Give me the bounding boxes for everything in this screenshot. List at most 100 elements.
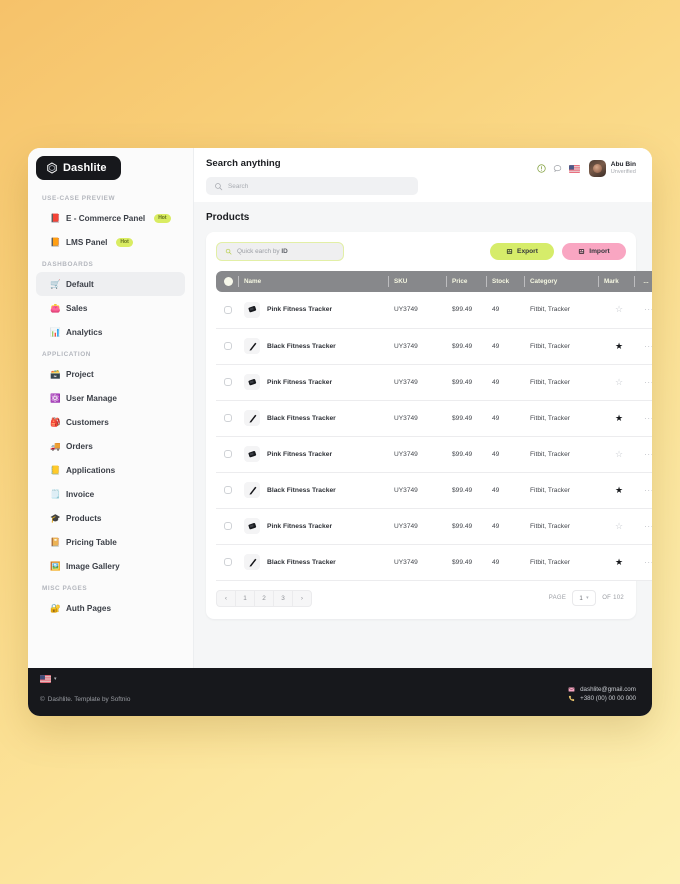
row-mark-cell[interactable]: ☆ [598, 436, 634, 473]
row-checkbox[interactable] [224, 378, 232, 386]
row-select-cell[interactable] [216, 292, 238, 329]
sidebar-item-products[interactable]: 🎓 Products [36, 506, 185, 530]
sidebar-item-lms-panel[interactable]: 📙 LMS Panel Hot [36, 230, 185, 254]
table-row[interactable]: Black Fitness Tracker UY3749 $99.49 49 Fitbi… [216, 472, 652, 509]
star-outline-icon[interactable]: ☆ [615, 377, 623, 387]
row-actions-cell[interactable]: ··· [634, 328, 652, 365]
sidebar-item-default[interactable]: 🛒 Default [36, 272, 185, 296]
row-actions-cell[interactable]: ··· [634, 436, 652, 473]
table-row[interactable]: Black Fitness Tracker UY3749 $99.49 49 Fitbi… [216, 328, 652, 365]
more-options-icon[interactable]: ··· [644, 450, 652, 459]
more-options-icon[interactable]: ··· [644, 522, 652, 531]
row-mark-cell[interactable]: ☆ [598, 364, 634, 401]
column-stock[interactable]: Stock [486, 271, 524, 292]
row-select-cell[interactable] [216, 508, 238, 545]
more-options-icon[interactable]: ··· [644, 378, 652, 387]
sidebar-item-image-gallery[interactable]: 🖼️ Image Gallery [36, 554, 185, 578]
row-actions-cell[interactable]: ··· [634, 364, 652, 401]
sidebar-item-invoice[interactable]: 🗒️ Invoice [36, 482, 185, 506]
row-actions-cell[interactable]: ··· [634, 544, 652, 581]
row-actions-cell[interactable]: ··· [634, 508, 652, 545]
row-checkbox[interactable] [224, 486, 232, 494]
footer-email-row[interactable]: dashlite@gmail.com [568, 686, 636, 693]
sidebar-item-pricing-table[interactable]: 📔 Pricing Table [36, 530, 185, 554]
sidebar-item-applications[interactable]: 📒 Applications [36, 458, 185, 482]
table-row[interactable]: Pink Fitness Tracker UY3749 $99.49 49 Fitbit… [216, 292, 652, 329]
app-logo[interactable]: Dashlite [36, 156, 121, 180]
table-row[interactable]: Pink Fitness Tracker UY3749 $99.49 49 Fitbit… [216, 508, 652, 545]
quick-search-input[interactable]: Quick earch by ID [216, 242, 344, 261]
row-mark-cell[interactable]: ★ [598, 472, 634, 509]
search-input[interactable]: Search [206, 177, 418, 195]
more-options-icon[interactable]: ··· [644, 558, 652, 567]
column-category[interactable]: Category [524, 271, 598, 292]
chat-icon[interactable] [553, 164, 562, 173]
star-filled-icon[interactable]: ★ [615, 341, 623, 351]
row-mark-cell[interactable]: ★ [598, 400, 634, 437]
pagination-prev[interactable]: ‹ [216, 589, 236, 607]
table-row[interactable]: Pink Fitness Tracker UY3749 $99.49 49 Fitbit… [216, 364, 652, 401]
more-options-icon[interactable]: ··· [644, 486, 652, 495]
page-select[interactable]: 1 ▾ [572, 590, 597, 606]
more-options-icon[interactable]: ··· [644, 305, 652, 314]
star-filled-icon[interactable]: ★ [615, 557, 623, 567]
star-filled-icon[interactable]: ★ [615, 413, 623, 423]
row-select-cell[interactable] [216, 328, 238, 365]
row-select-cell[interactable] [216, 472, 238, 509]
column-name[interactable]: Name [238, 271, 388, 292]
pagination-page-2[interactable]: 2 [254, 589, 274, 607]
row-checkbox[interactable] [224, 305, 232, 314]
row-checkbox[interactable] [224, 558, 232, 566]
column-mark[interactable]: Mark [598, 271, 634, 292]
star-outline-icon[interactable]: ☆ [615, 449, 623, 459]
sidebar-item-analytics[interactable]: 📊 Analytics [36, 320, 185, 344]
sidebar-item-user-manage[interactable]: ⚛️ User Manage [36, 386, 185, 410]
import-button[interactable]: Import [562, 243, 626, 260]
star-outline-icon[interactable]: ☆ [615, 521, 623, 531]
column-price[interactable]: Price [446, 271, 486, 292]
row-actions-cell[interactable]: ··· [634, 472, 652, 509]
sidebar-item-sales[interactable]: 👛 Sales [36, 296, 185, 320]
row-actions-cell[interactable]: ··· [634, 400, 652, 437]
sidebar-item-customers[interactable]: 🎒 Customers [36, 410, 185, 434]
row-checkbox[interactable] [224, 342, 232, 350]
row-select-cell[interactable] [216, 400, 238, 437]
row-sku: UY3749 [388, 292, 446, 329]
select-all-checkbox[interactable] [224, 277, 233, 286]
sidebar-item-auth-pages[interactable]: 🔐 Auth Pages [36, 596, 185, 620]
row-mark-cell[interactable]: ☆ [598, 508, 634, 545]
column-sku[interactable]: SKU [388, 271, 446, 292]
row-checkbox[interactable] [224, 414, 232, 422]
sidebar-item-orders[interactable]: 🚚 Orders [36, 434, 185, 458]
row-mark-cell[interactable]: ★ [598, 328, 634, 365]
sidebar-item-e-commerce-panel[interactable]: 📕 E - Commerce Panel Hot [36, 206, 185, 230]
main-area: Search anything Search Abu Bin Unverifie… [194, 148, 652, 668]
more-options-icon[interactable]: ··· [644, 342, 652, 351]
user-menu[interactable]: Abu Bin Unverified [588, 160, 636, 177]
column-actions[interactable]: ... [634, 271, 652, 292]
select-all-header[interactable] [216, 271, 238, 292]
star-filled-icon[interactable]: ★ [615, 485, 623, 495]
pagination-page-3[interactable]: 3 [273, 589, 293, 607]
row-checkbox[interactable] [224, 450, 232, 458]
info-icon[interactable] [537, 164, 546, 173]
table-row[interactable]: Black Fitness Tracker UY3749 $99.49 49 Fitbi… [216, 544, 652, 581]
more-options-icon[interactable]: ··· [644, 414, 652, 423]
row-mark-cell[interactable]: ☆ [598, 292, 634, 329]
row-checkbox[interactable] [224, 522, 232, 530]
pagination-page-1[interactable]: 1 [235, 589, 255, 607]
star-outline-icon[interactable]: ☆ [615, 304, 623, 314]
row-mark-cell[interactable]: ★ [598, 544, 634, 581]
row-select-cell[interactable] [216, 364, 238, 401]
table-row[interactable]: Pink Fitness Tracker UY3749 $99.49 49 Fitbit… [216, 436, 652, 473]
table-row[interactable]: Black Fitness Tracker UY3749 $99.49 49 Fitbi… [216, 400, 652, 437]
footer-phone-row[interactable]: +380 (00) 00 00 000 [568, 695, 636, 702]
row-actions-cell[interactable]: ··· [634, 292, 652, 329]
sidebar-item-project[interactable]: 🗃️ Project [36, 362, 185, 386]
row-select-cell[interactable] [216, 436, 238, 473]
pagination-next[interactable]: › [292, 589, 312, 607]
export-button[interactable]: Export [490, 243, 554, 260]
row-select-cell[interactable] [216, 544, 238, 581]
language-selector[interactable]: ▾ [40, 675, 57, 683]
flag-icon[interactable] [568, 164, 580, 173]
